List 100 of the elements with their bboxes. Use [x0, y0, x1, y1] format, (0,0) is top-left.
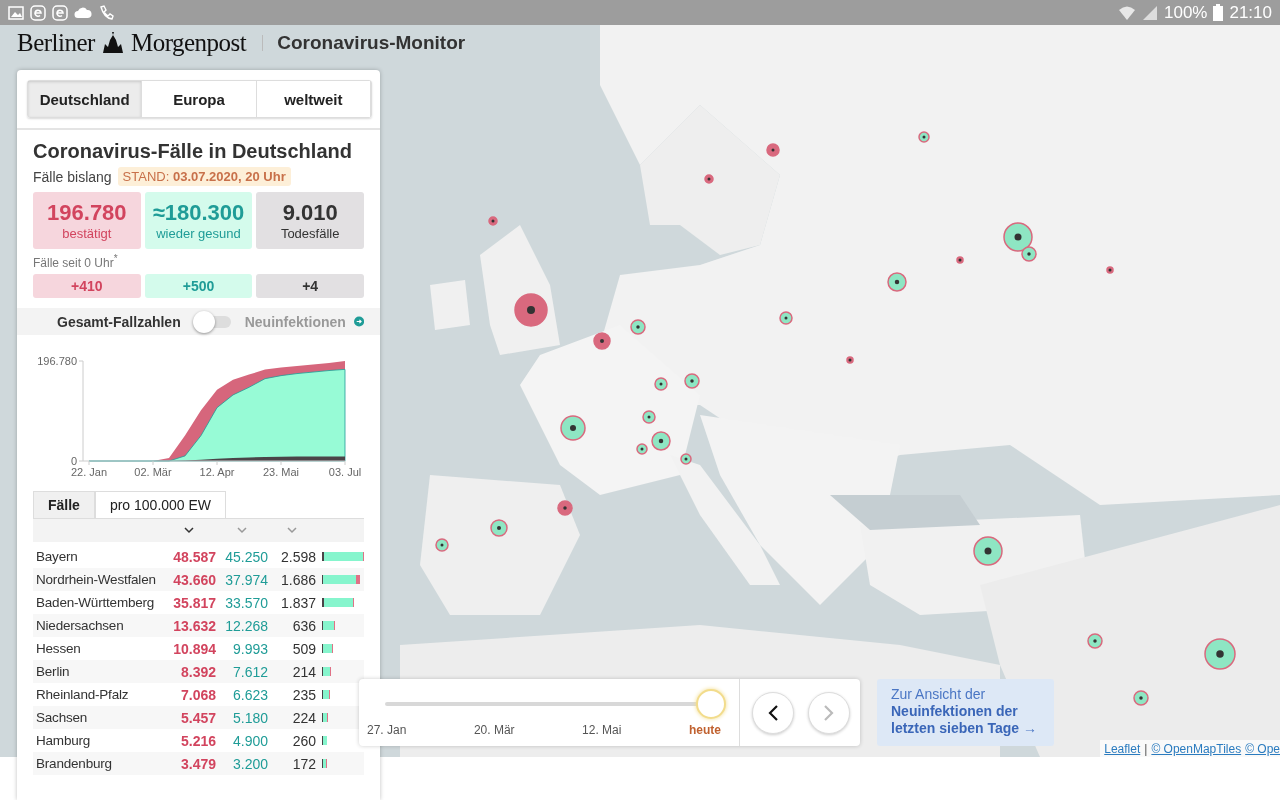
cloud-icon [74, 6, 92, 19]
case-marker[interactable] [1087, 633, 1103, 649]
case-marker[interactable] [1021, 246, 1037, 262]
state-name: Brandenburg [36, 755, 113, 773]
case-marker[interactable] [887, 272, 907, 292]
case-marker[interactable] [846, 356, 854, 364]
confirmed-cell-text: 8.392 [179, 663, 216, 680]
recovered-cell-text: 7.612 [231, 663, 268, 680]
case-marker[interactable] [636, 443, 648, 455]
case-marker[interactable] [630, 319, 646, 335]
axis-label: 12. Apr [199, 466, 235, 478]
deaths-cell-text: 1.686 [279, 571, 316, 588]
case-marker[interactable] [557, 500, 573, 516]
case-marker[interactable] [704, 174, 714, 184]
timeline-label: 20. Mär [473, 722, 515, 737]
axis-label: 0 [70, 455, 77, 467]
case-marker[interactable] [642, 410, 656, 424]
state-name: Nordrhein-Westfalen [36, 571, 157, 589]
case-bar [322, 690, 329, 699]
axis-label: 03. Jul [328, 466, 362, 478]
case-marker[interactable] [490, 519, 508, 537]
deaths-cell-text: 172 [291, 755, 316, 772]
recovered-cell-text: 6.623 [231, 686, 268, 703]
previous-button[interactable] [752, 691, 794, 734]
new-infections-link[interactable]: Zur Ansicht der Neuinfektionen der letzten sieben Tage → [877, 679, 1054, 746]
signal-icon [1141, 4, 1158, 21]
toggle-label: Neuinfektionen [244, 313, 346, 330]
phone-icon [98, 4, 114, 21]
region-tab[interactable]: Deutschland [28, 81, 143, 117]
slider-thumb[interactable] [696, 688, 726, 719]
logo-text: Berliner [17, 29, 95, 57]
case-marker[interactable] [654, 377, 668, 391]
clock: 21:10 [1229, 2, 1272, 23]
axis-label: 23. Mai [262, 466, 300, 478]
page-title: Coronavirus-Monitor [262, 35, 466, 51]
case-marker[interactable] [593, 332, 611, 350]
deaths-cell-text: 1.837 [279, 594, 316, 611]
timeline-label: 12. Mai [582, 722, 622, 737]
case-bar [322, 644, 332, 653]
deaths-cell-text: 260 [291, 732, 316, 749]
e-icon [52, 4, 68, 21]
sort-caret-icon[interactable] [184, 527, 194, 534]
recovered-cell-text: 5.180 [231, 709, 268, 726]
case-marker[interactable] [973, 536, 1003, 566]
timeline-label: 27. Jan [367, 722, 407, 737]
recovered-cell-text: 3.200 [231, 755, 268, 772]
case-marker[interactable] [488, 216, 498, 226]
case-marker[interactable] [779, 311, 793, 325]
recovered-cell-text: 4.900 [231, 732, 268, 749]
case-marker[interactable] [651, 431, 671, 451]
deaths-cell-text: 214 [291, 663, 316, 680]
case-bar [322, 667, 331, 676]
recovered-cell-text: 45.250 [224, 548, 268, 565]
recovered-cell-text: 37.974 [224, 571, 268, 588]
logo-text: Morgenpost [130, 29, 247, 57]
axis-label: 22. Jan [70, 466, 108, 478]
total-value: ≈180.300 [152, 200, 245, 226]
case-bar [322, 598, 353, 607]
wifi-icon [1117, 4, 1136, 21]
region-tab[interactable]: Europa [142, 81, 257, 117]
deaths-cell-text: 224 [291, 709, 316, 726]
region-tab[interactable]: weltweit [256, 81, 371, 117]
attribution-link[interactable]: © Ope [1245, 741, 1280, 756]
state-name: Berlin [36, 663, 71, 681]
case-marker[interactable] [435, 538, 449, 552]
section-title: Coronavirus-Fälle in Deutschland [33, 140, 353, 163]
attribution-link[interactable]: Leaflet [1104, 741, 1141, 756]
case-marker[interactable] [918, 131, 930, 143]
case-marker[interactable] [684, 373, 700, 389]
table-tab[interactable]: pro 100.000 EW [94, 491, 227, 518]
case-marker[interactable] [1204, 638, 1236, 670]
date-badge: STAND: 03.07.2020, 20 Uhr [117, 167, 291, 186]
table-tab[interactable]: Fälle [33, 491, 95, 518]
total-label: bestätigt [62, 226, 112, 241]
total-label: wieder gesund [156, 226, 241, 241]
state-name: Rheinland-Pfalz [36, 686, 130, 704]
state-name: Bayern [36, 548, 79, 566]
chevron-left-icon [767, 703, 779, 722]
total-value: 196.780 [47, 200, 127, 226]
confirmed-cell-text: 13.632 [172, 617, 216, 634]
case-marker[interactable] [560, 415, 586, 441]
today-label: Fälle seit 0 Uhr$^{*}$ [33, 253, 119, 270]
case-marker[interactable] [766, 143, 780, 157]
confirmed-cell-text: 3.479 [179, 755, 216, 772]
case-marker[interactable] [514, 293, 548, 327]
emblem-icon [100, 32, 125, 54]
attribution-link[interactable]: © OpenMapTiles [1151, 741, 1242, 756]
total-value: 9.010 [282, 200, 338, 226]
case-marker[interactable] [1133, 690, 1149, 706]
case-marker[interactable] [680, 453, 692, 465]
case-marker[interactable] [1003, 222, 1033, 252]
mode-switch[interactable] [192, 310, 233, 333]
recovered-cell-text: 12.268 [224, 617, 268, 634]
confirmed-cell-text: 43.660 [172, 571, 216, 588]
confirmed-cell-text: 5.457 [179, 709, 216, 726]
confirmed-cell-text: 35.817 [172, 594, 216, 611]
separator: | [1144, 741, 1148, 756]
image-icon [8, 5, 24, 20]
case-marker[interactable] [956, 256, 964, 264]
case-marker[interactable] [1106, 266, 1114, 274]
